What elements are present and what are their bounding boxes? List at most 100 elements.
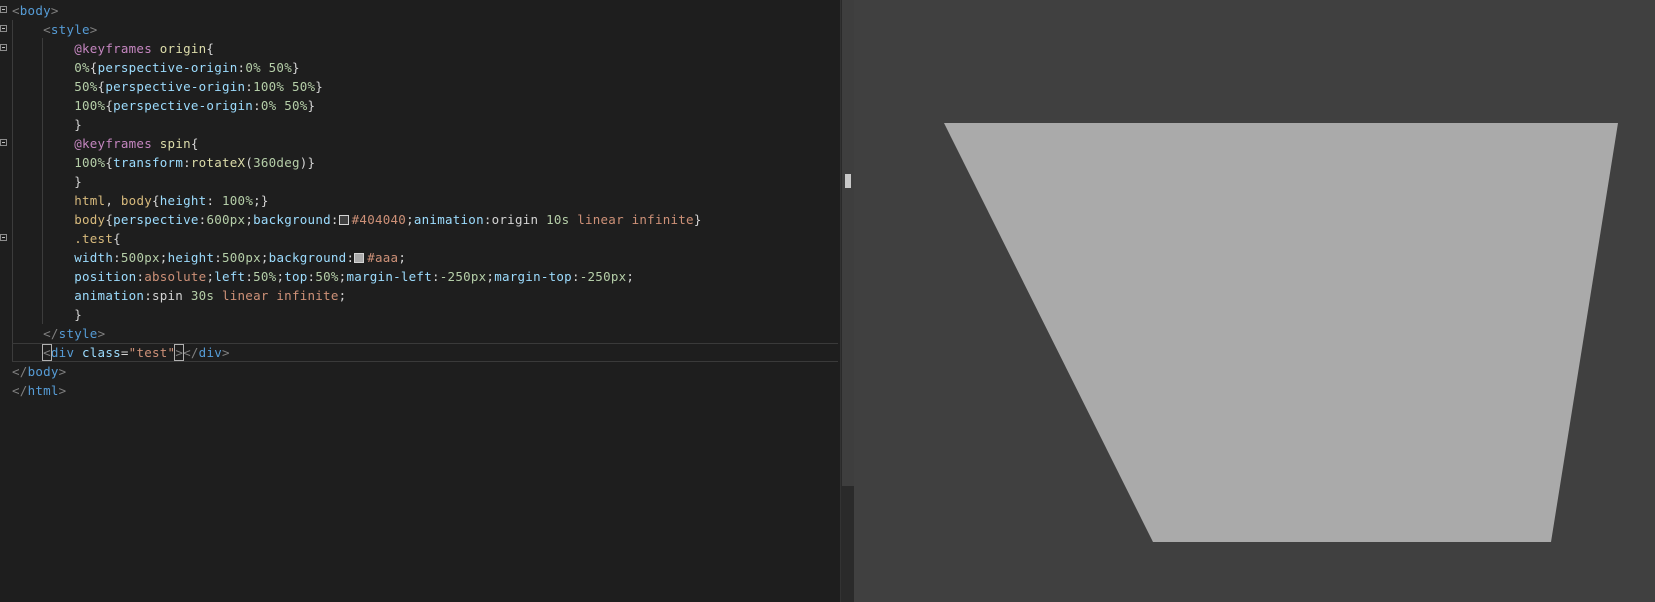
code-line[interactable]: .test{ xyxy=(12,229,838,248)
code-lines[interactable]: <body> <style> @keyframes origin{ 0%{per… xyxy=(12,1,838,400)
code-token: </ xyxy=(43,326,59,341)
editor-scrollbar[interactable] xyxy=(840,0,854,602)
code-token: "test" xyxy=(128,345,176,360)
code-token: : xyxy=(206,193,222,208)
code-line[interactable]: <style> xyxy=(12,20,838,39)
code-token: :spin xyxy=(144,288,191,303)
code-line[interactable]: 0%{perspective-origin:0% 50%} xyxy=(12,58,838,77)
code-token: body xyxy=(19,3,51,18)
code-token: > xyxy=(222,345,230,360)
fold-toggle-icon[interactable] xyxy=(0,44,7,51)
code-token: perspective xyxy=(113,212,199,227)
code-token: html xyxy=(74,193,106,208)
code-line[interactable]: } xyxy=(12,115,838,134)
code-token: 100% xyxy=(74,98,106,113)
fold-toggle-icon[interactable] xyxy=(0,6,7,13)
code-token: 50% xyxy=(291,79,316,94)
code-token: { xyxy=(206,41,215,56)
code-token: style xyxy=(58,326,98,341)
code-line[interactable]: <body> xyxy=(12,1,838,20)
code-token: 360deg xyxy=(253,155,300,170)
code-token: style xyxy=(50,22,90,37)
code-line[interactable]: 100%{perspective-origin:0% 50%} xyxy=(12,96,838,115)
fold-toggle-icon[interactable] xyxy=(0,234,7,241)
code-token: ( xyxy=(245,155,254,170)
code-token: </ xyxy=(183,345,199,360)
code-token: ; xyxy=(398,250,407,265)
code-token: < xyxy=(42,344,52,361)
code-token: : xyxy=(330,212,339,227)
code-line[interactable]: @keyframes origin{ xyxy=(12,39,838,58)
code-token: : xyxy=(183,155,191,170)
code-line[interactable]: } xyxy=(12,172,838,191)
code-token: 100% xyxy=(222,193,254,208)
code-token: 600px xyxy=(206,212,246,227)
code-token: 0% xyxy=(260,98,277,113)
code-token: body xyxy=(27,364,59,379)
code-token: #aaa xyxy=(367,250,399,265)
code-line[interactable]: width:500px;height:500px;background: #aaa… xyxy=(12,248,838,267)
code-token: body xyxy=(120,193,152,208)
code-token: } xyxy=(12,174,82,189)
fold-toggle-icon[interactable] xyxy=(0,25,7,32)
code-line[interactable]: 100%{transform:rotateX(360deg)} xyxy=(12,153,838,172)
code-line[interactable]: animation:spin 30s linear infinite; xyxy=(12,286,838,305)
code-token: ;} xyxy=(253,193,269,208)
code-token: < xyxy=(12,3,20,18)
code-line[interactable]: } xyxy=(12,305,838,324)
fold-toggle-icon[interactable] xyxy=(0,139,7,146)
code-line[interactable]: @keyframes spin{ xyxy=(12,134,838,153)
code-token: -250px xyxy=(579,269,627,284)
code-token: width xyxy=(74,250,114,265)
code-token: background xyxy=(253,212,331,227)
code-token: } xyxy=(291,60,300,75)
code-token: body xyxy=(74,212,106,227)
code-token: absolute xyxy=(144,269,207,284)
code-line[interactable]: position:absolute;left:50%;top:50%;margi… xyxy=(12,267,838,286)
code-token: position xyxy=(74,269,137,284)
code-line[interactable]: 50%{perspective-origin:100% 50%} xyxy=(12,77,838,96)
code-editor[interactable]: <body> <style> @keyframes origin{ 0%{per… xyxy=(0,0,840,602)
code-token: class xyxy=(82,345,121,360)
code-token: height xyxy=(167,250,215,265)
color-swatch-icon[interactable] xyxy=(338,215,349,225)
code-token: { xyxy=(190,136,199,151)
code-line[interactable]: html, body{height: 100%;} xyxy=(12,191,838,210)
code-token: spin xyxy=(159,136,191,151)
code-token: 500px xyxy=(120,250,160,265)
code-token: 10s xyxy=(546,212,570,227)
code-token: -250px xyxy=(439,269,487,284)
code-token: } xyxy=(12,117,82,132)
code-line[interactable]: </html> xyxy=(12,381,838,400)
code-token: linear xyxy=(577,212,624,227)
code-token: height xyxy=(159,193,207,208)
ide-window: <body> <style> @keyframes origin{ 0%{per… xyxy=(0,0,1655,602)
code-token: : xyxy=(431,269,440,284)
code-token: linear xyxy=(221,288,269,303)
scroll-thumb[interactable] xyxy=(842,0,854,486)
code-line[interactable]: body{perspective:600px;background: #40404… xyxy=(12,210,838,229)
code-token: : xyxy=(214,250,222,265)
code-token: { xyxy=(113,231,121,246)
code-token: @keyframes xyxy=(74,136,152,151)
code-token: 100% xyxy=(253,79,285,94)
code-token: { xyxy=(105,155,114,170)
code-token: } xyxy=(307,98,316,113)
code-line[interactable]: <div class="test"></div> xyxy=(12,343,838,362)
code-token: animation xyxy=(413,212,484,227)
color-swatch-icon[interactable] xyxy=(354,253,365,263)
scroll-position-marker xyxy=(845,174,851,188)
code-line[interactable]: </style> xyxy=(12,324,838,343)
code-token: animation xyxy=(74,288,145,303)
code-line[interactable]: </body> xyxy=(12,362,838,381)
code-token: < xyxy=(43,22,51,37)
code-token: top xyxy=(284,269,308,284)
